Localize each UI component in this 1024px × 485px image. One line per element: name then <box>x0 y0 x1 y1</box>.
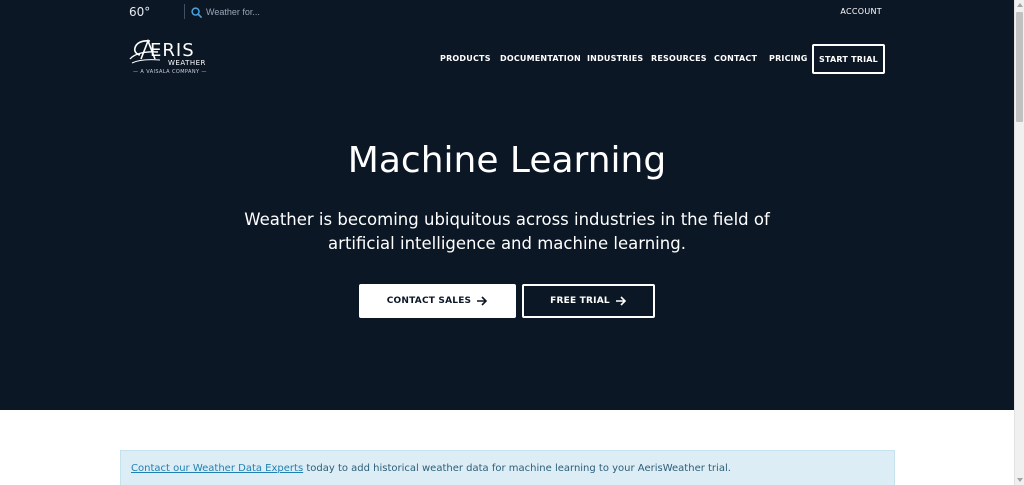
hero-subtitle: Weather is becoming ubiquitous across in… <box>244 210 770 253</box>
alert-text: today to add historical weather data for… <box>303 463 731 474</box>
nav-industries[interactable]: INDUSTRIES <box>587 54 643 63</box>
arrow-right-icon <box>477 296 488 306</box>
nav-contact[interactable]: CONTACT <box>714 54 757 63</box>
scrollbar-thumb[interactable] <box>1016 12 1023 122</box>
info-alert: Contact our Weather Data Experts today t… <box>120 450 895 485</box>
start-trial-button[interactable]: START TRIAL <box>812 44 885 74</box>
search-input[interactable] <box>206 7 296 17</box>
nav-documentation[interactable]: DOCUMENTATION <box>500 54 581 63</box>
free-trial-label: FREE TRIAL <box>550 296 610 306</box>
nav-pricing[interactable]: PRICING <box>769 54 808 63</box>
arrow-right-icon <box>615 296 626 306</box>
contact-experts-link[interactable]: Contact our Weather Data Experts <box>131 463 303 474</box>
nav-resources[interactable]: RESOURCES <box>651 54 707 63</box>
weather-search[interactable] <box>191 4 301 20</box>
page-title: Machine Learning <box>347 140 667 181</box>
account-link[interactable]: ACCOUNT <box>840 7 882 16</box>
utility-divider <box>184 4 185 19</box>
scroll-up-arrow-icon[interactable] <box>1017 3 1023 7</box>
scroll-down-arrow-icon[interactable] <box>1017 478 1023 482</box>
nav-products[interactable]: PRODUCTS <box>440 54 491 63</box>
logo-tagline: — A VAISALA COMPANY — <box>133 69 207 75</box>
page-scrollbar[interactable] <box>1014 0 1024 485</box>
free-trial-button[interactable]: FREE TRIAL <box>522 284 655 318</box>
contact-sales-button[interactable]: CONTACT SALES <box>359 284 516 318</box>
search-icon[interactable] <box>191 6 202 18</box>
contact-sales-label: CONTACT SALES <box>386 296 472 306</box>
current-temperature[interactable]: 60° <box>129 5 150 19</box>
